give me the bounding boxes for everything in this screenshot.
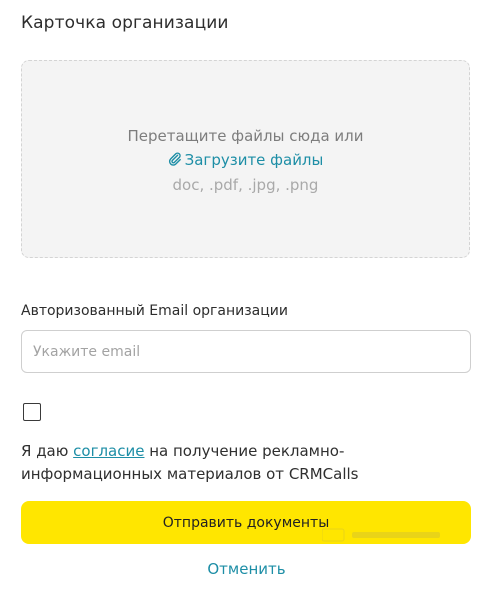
file-dropzone[interactable]: Перетащите файлы сюда или Загрузите файл… xyxy=(21,60,470,258)
allowed-formats: doc, .pdf, .jpg, .png xyxy=(172,176,319,194)
consent-link[interactable]: согласие xyxy=(73,442,144,460)
consent-prefix: Я даю xyxy=(21,442,74,460)
email-label: Авторизованный Email организации xyxy=(21,303,288,319)
upload-files-label: Загрузите файлы xyxy=(184,151,324,169)
dropzone-hint: Перетащите файлы сюда или xyxy=(127,127,364,145)
submit-documents-button[interactable]: Отправить документы xyxy=(21,501,471,544)
upload-files-link[interactable]: Загрузите файлы xyxy=(22,151,469,169)
paperclip-icon xyxy=(168,152,182,166)
email-input[interactable] xyxy=(21,330,471,373)
form-title: Карточка организации xyxy=(21,13,229,33)
consent-text: Я даю согласие на получение рекламно-инф… xyxy=(21,440,451,486)
cancel-link[interactable]: Отменить xyxy=(0,560,493,578)
consent-checkbox[interactable] xyxy=(23,403,41,421)
